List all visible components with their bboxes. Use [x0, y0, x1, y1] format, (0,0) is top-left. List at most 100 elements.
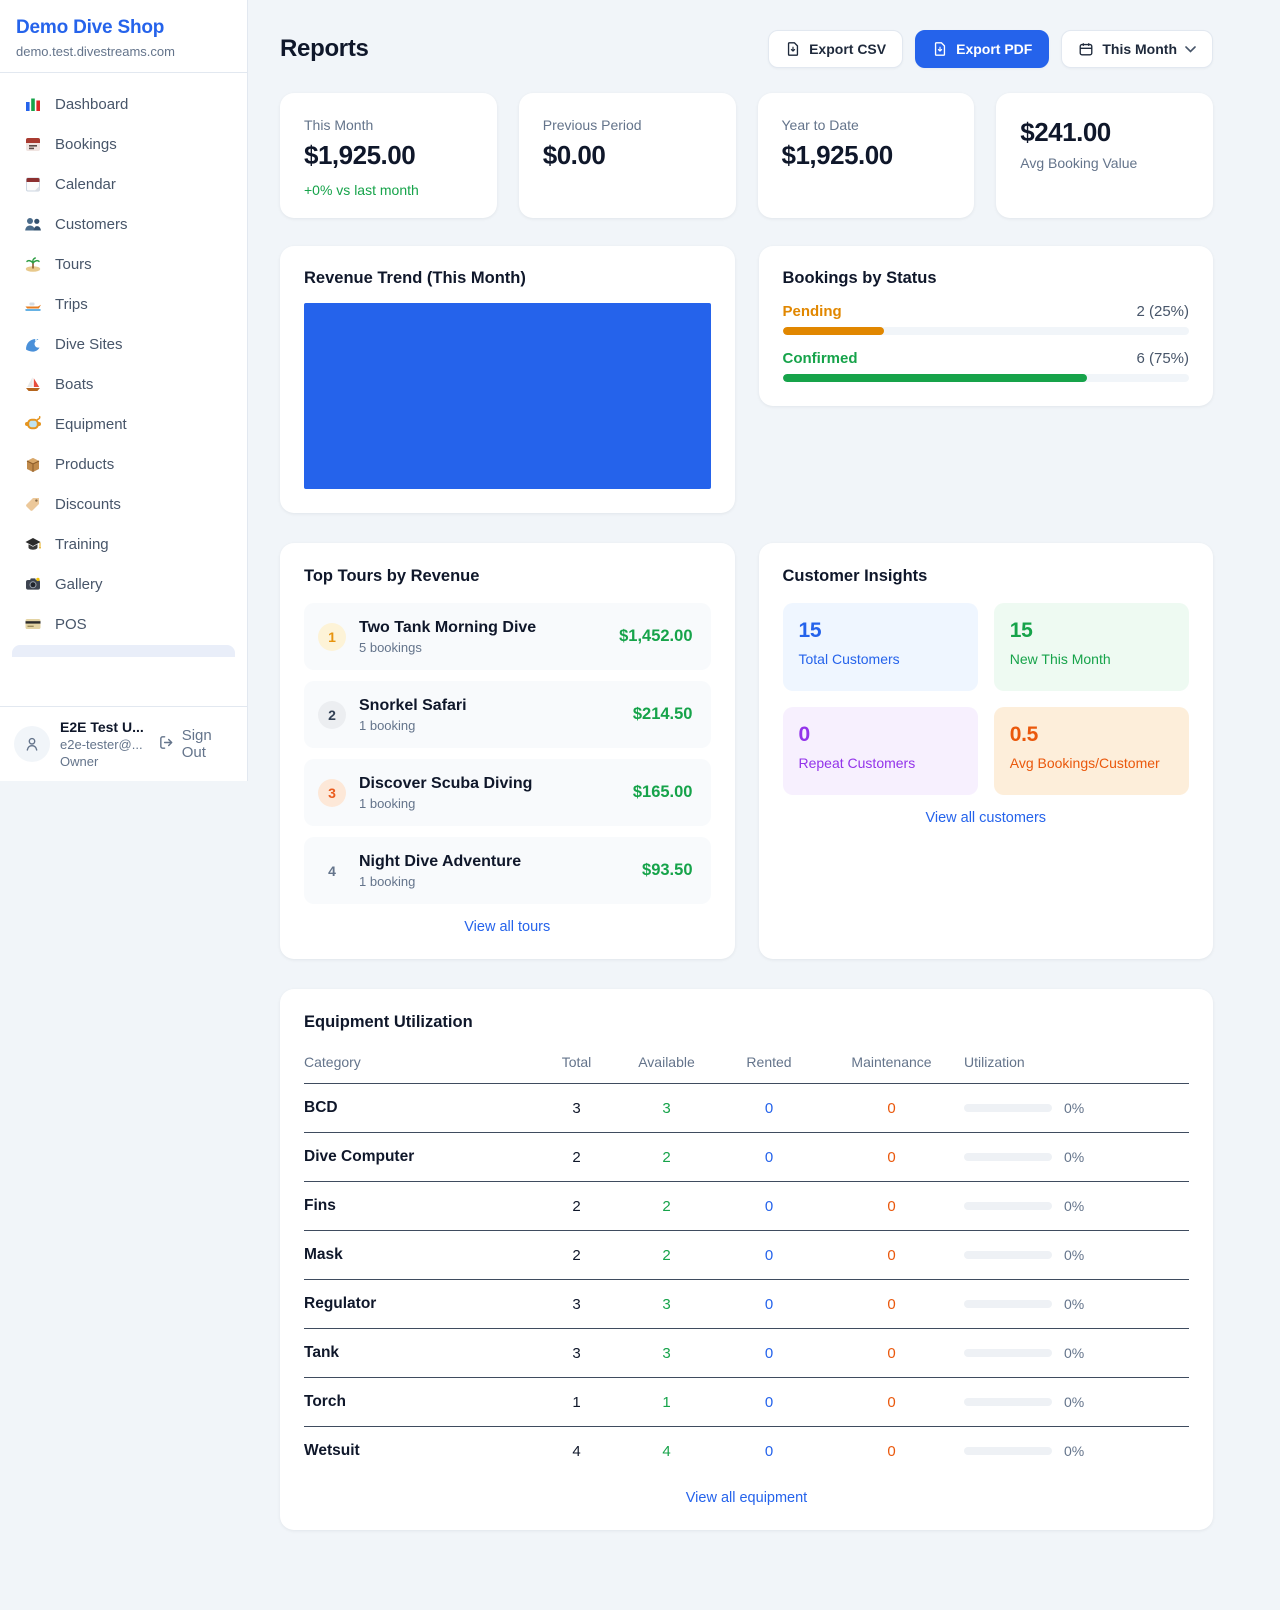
utilization-percent: 0%	[1064, 1149, 1084, 1165]
equipment-icon	[24, 415, 42, 433]
bookings-by-status-title: Bookings by Status	[783, 269, 1190, 288]
tile-label: Total Customers	[799, 651, 962, 667]
cell-available: 2	[614, 1182, 719, 1231]
column-header-total: Total	[539, 1046, 614, 1084]
stat-label: This Month	[304, 117, 473, 133]
page-title: Reports	[280, 35, 369, 63]
progress-track	[783, 374, 1190, 382]
sidebar-item-equipment[interactable]: Equipment	[12, 405, 235, 443]
utilization-percent: 0%	[1064, 1394, 1084, 1410]
bookings-by-status-card: Bookings by Status Pending 2 (25%) Confi…	[759, 246, 1214, 406]
cell-maintenance: 0	[819, 1231, 964, 1280]
sidebar-item-bookings[interactable]: Bookings	[12, 125, 235, 163]
discounts-icon	[24, 495, 42, 513]
sidebar-item-dive-sites[interactable]: Dive Sites	[12, 325, 235, 363]
tour-row[interactable]: 4 Night Dive Adventure 1 booking $93.50	[304, 837, 711, 904]
view-all-tours-link[interactable]: View all tours	[304, 919, 711, 935]
sidebar-item-label: Bookings	[55, 136, 117, 153]
sidebar-item-products[interactable]: Products	[12, 445, 235, 483]
sidebar-item-label: Customers	[55, 216, 128, 233]
cell-rented: 0	[719, 1182, 819, 1231]
boats-icon	[24, 375, 42, 393]
revenue-trend-chart	[304, 303, 711, 489]
cell-available: 3	[614, 1329, 719, 1378]
sidebar-item-customers[interactable]: Customers	[12, 205, 235, 243]
sidebar-item-calendar[interactable]: Calendar	[12, 165, 235, 203]
status-row-pending: Pending 2 (25%)	[783, 303, 1190, 335]
insights-row: Top Tours by Revenue 1 Two Tank Morning …	[280, 543, 1213, 959]
rank-badge: 1	[318, 623, 346, 651]
training-icon	[24, 535, 42, 553]
cell-available: 1	[614, 1378, 719, 1427]
utilization-percent: 0%	[1064, 1100, 1084, 1116]
utilization-bar	[964, 1202, 1052, 1210]
cell-total: 1	[539, 1378, 614, 1427]
cell-total: 2	[539, 1231, 614, 1280]
sidebar-item-dashboard[interactable]: Dashboard	[12, 85, 235, 123]
sidebar-item-label: Tours	[55, 256, 92, 273]
table-row: Wetsuit 4 4 0 0 0%	[304, 1427, 1189, 1476]
dive-sites-icon	[24, 335, 42, 353]
column-header-available: Available	[614, 1046, 719, 1084]
period-dropdown[interactable]: This Month	[1061, 30, 1213, 68]
top-tours-card: Top Tours by Revenue 1 Two Tank Morning …	[280, 543, 735, 959]
table-row: Mask 2 2 0 0 0%	[304, 1231, 1189, 1280]
sidebar-nav: Dashboard Bookings Calendar Customers To…	[0, 73, 247, 706]
tour-name: Night Dive Adventure	[359, 853, 629, 871]
stat-label: Avg Booking Value	[1020, 155, 1189, 171]
avatar	[14, 726, 50, 762]
sidebar-item-tours[interactable]: Tours	[12, 245, 235, 283]
products-icon	[24, 455, 42, 473]
tour-row[interactable]: 2 Snorkel Safari 1 booking $214.50	[304, 681, 711, 748]
trips-icon	[24, 295, 42, 313]
sidebar-item-gallery[interactable]: Gallery	[12, 565, 235, 603]
sign-out-button[interactable]: Sign Out	[158, 727, 233, 761]
stat-value: $241.00	[1020, 117, 1189, 148]
sign-out-label: Sign Out	[182, 727, 233, 761]
tile-value: 0.5	[1010, 723, 1173, 747]
export-pdf-label: Export PDF	[956, 41, 1032, 57]
tour-row[interactable]: 3 Discover Scuba Diving 1 booking $165.0…	[304, 759, 711, 826]
tour-bookings: 1 booking	[359, 796, 620, 811]
shop-name: Demo Dive Shop	[16, 17, 231, 39]
column-header-utilization: Utilization	[964, 1046, 1189, 1084]
tours-icon	[24, 255, 42, 273]
sidebar-item-training[interactable]: Training	[12, 525, 235, 563]
view-all-equipment-link[interactable]: View all equipment	[304, 1490, 1189, 1506]
stat-label: Previous Period	[543, 117, 712, 133]
tile-total-customers: 15 Total Customers	[783, 603, 978, 691]
customers-icon	[24, 215, 42, 233]
chevron-down-icon	[1185, 46, 1196, 53]
cell-category: Tank	[304, 1329, 539, 1378]
cell-available: 2	[614, 1133, 719, 1182]
sidebar-item-boats[interactable]: Boats	[12, 365, 235, 403]
utilization-percent: 0%	[1064, 1198, 1084, 1214]
table-row: Fins 2 2 0 0 0%	[304, 1182, 1189, 1231]
export-csv-button[interactable]: Export CSV	[768, 30, 903, 68]
cell-category: BCD	[304, 1084, 539, 1133]
sidebar-item-label: POS	[55, 616, 87, 633]
rank-badge: 2	[318, 701, 346, 729]
tour-row[interactable]: 1 Two Tank Morning Dive 5 bookings $1,45…	[304, 603, 711, 670]
sidebar-item-reports-partial[interactable]	[12, 645, 235, 657]
table-row: Dive Computer 2 2 0 0 0%	[304, 1133, 1189, 1182]
shop-domain: demo.test.divestreams.com	[16, 44, 231, 59]
view-all-customers-link[interactable]: View all customers	[783, 810, 1190, 826]
table-header-row: Category Total Available Rented Maintena…	[304, 1046, 1189, 1084]
status-count: 2 (25%)	[1136, 303, 1189, 320]
sidebar-item-trips[interactable]: Trips	[12, 285, 235, 323]
cell-total: 3	[539, 1329, 614, 1378]
utilization-percent: 0%	[1064, 1443, 1084, 1459]
sidebar-item-pos[interactable]: POS	[12, 605, 235, 643]
sidebar-item-label: Boats	[55, 376, 93, 393]
stat-card-avg-booking-value: $241.00 Avg Booking Value	[996, 93, 1213, 218]
table-row: Tank 3 3 0 0 0%	[304, 1329, 1189, 1378]
tour-bookings: 5 bookings	[359, 640, 606, 655]
sidebar-item-discounts[interactable]: Discounts	[12, 485, 235, 523]
tour-revenue: $214.50	[633, 705, 693, 724]
cell-maintenance: 0	[819, 1084, 964, 1133]
tile-avg-bookings-customer: 0.5 Avg Bookings/Customer	[994, 707, 1189, 795]
export-pdf-button[interactable]: Export PDF	[915, 30, 1049, 68]
cell-available: 2	[614, 1231, 719, 1280]
tile-value: 15	[1010, 619, 1173, 643]
